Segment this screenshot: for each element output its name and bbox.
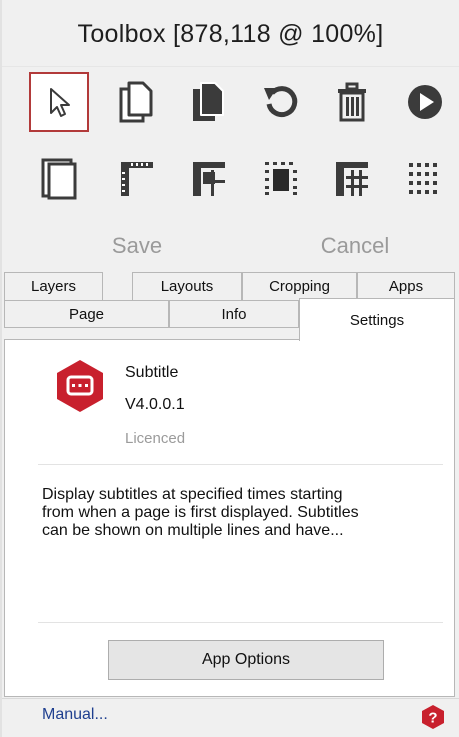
layout-corner-icon: [121, 162, 153, 196]
app-description-line: from when a page is first displayed. Sub…: [42, 504, 359, 521]
tab-apps[interactable]: Apps: [357, 272, 455, 300]
app-description-line: Display subtitles at specified times sta…: [42, 486, 343, 503]
copy-page-button[interactable]: [179, 72, 239, 132]
cancel-button[interactable]: Cancel: [300, 226, 410, 266]
delete-icon: [338, 82, 366, 122]
new-page-button[interactable]: [107, 72, 167, 132]
layout-dots-icon: [409, 163, 437, 194]
panel-divider-top: [38, 464, 443, 465]
layout-center-icon: [265, 162, 297, 195]
layout-grid-icon: [336, 162, 368, 196]
footer-divider: [2, 698, 459, 699]
layout-split-icon: [193, 162, 225, 196]
toolbox-window: Toolbox [878,118 @ 100%] Save Cancel Lay…: [0, 0, 459, 737]
tab-settings[interactable]: Settings: [299, 298, 455, 341]
new-page-icon: [119, 81, 153, 123]
layout-corner-button[interactable]: [107, 148, 167, 208]
layout-split-button[interactable]: [179, 148, 239, 208]
page-frame-button[interactable]: [29, 148, 89, 208]
subtitle-app-icon: [57, 360, 103, 412]
layout-dots-button[interactable]: [395, 148, 455, 208]
save-button[interactable]: Save: [82, 226, 192, 266]
play-icon: [408, 85, 442, 119]
tab-layers[interactable]: Layers: [4, 272, 103, 300]
app-options-button[interactable]: App Options: [108, 640, 384, 680]
tab-page[interactable]: Page: [4, 300, 169, 328]
help-icon[interactable]: ?: [421, 704, 445, 730]
app-description-line: can be shown on multiple lines and have.…: [42, 522, 344, 539]
pointer-tool-button[interactable]: [29, 72, 89, 132]
pointer-icon: [50, 88, 70, 117]
page-frame-icon: [41, 158, 77, 200]
copy-page-icon: [193, 82, 224, 121]
title-divider: [2, 66, 459, 67]
manual-link[interactable]: Manual...: [42, 706, 108, 724]
tab-cropping[interactable]: Cropping: [242, 272, 357, 300]
undo-icon: [264, 86, 298, 118]
panel-divider-bottom: [38, 622, 443, 623]
tab-layouts[interactable]: Layouts: [132, 272, 242, 300]
app-version: V4.0.0.1: [125, 396, 185, 413]
window-title: Toolbox [878,118 @ 100%]: [77, 19, 384, 48]
play-button[interactable]: [395, 72, 455, 132]
delete-button[interactable]: [322, 72, 382, 132]
svg-text:?: ?: [428, 710, 437, 727]
app-name: Subtitle: [125, 364, 179, 381]
layout-grid-button[interactable]: [322, 148, 382, 208]
tab-info[interactable]: Info: [169, 300, 299, 328]
undo-button[interactable]: [251, 72, 311, 132]
app-description: Display subtitles at specified times sta…: [42, 486, 442, 540]
layout-center-button[interactable]: [251, 148, 311, 208]
app-licence-status: Licenced: [125, 430, 186, 447]
